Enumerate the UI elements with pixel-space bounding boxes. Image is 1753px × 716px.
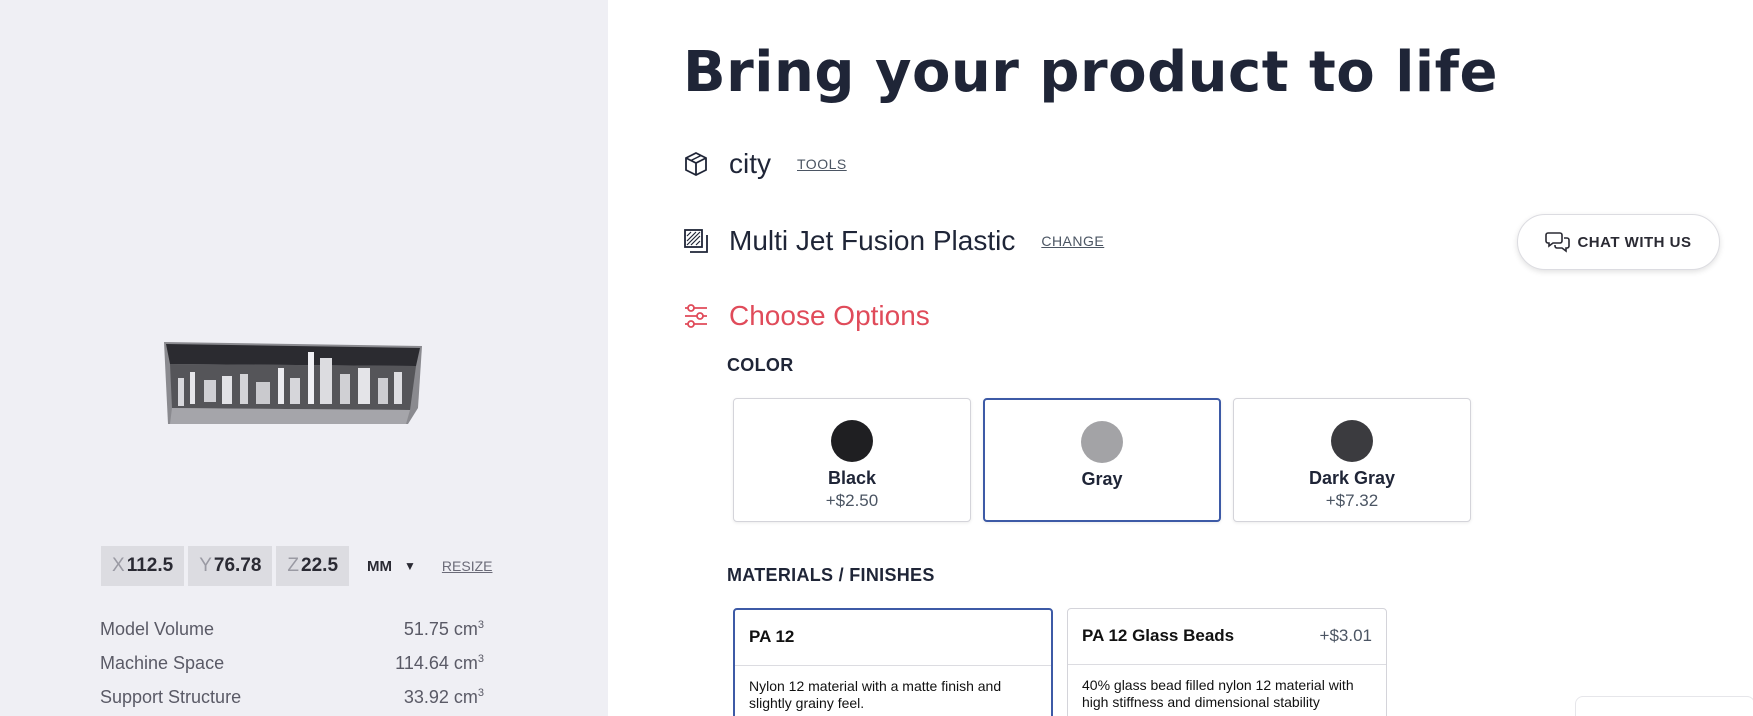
caret-down-icon: ▼ bbox=[404, 559, 416, 573]
options-header: Choose Options bbox=[683, 300, 930, 332]
swatch-dark-gray bbox=[1331, 420, 1373, 462]
material-option-pa12-glass-beads[interactable]: PA 12 Glass Beads +$3.01 40% glass bead … bbox=[1067, 608, 1387, 716]
model-preview-image[interactable] bbox=[160, 338, 426, 428]
stat-row: Support Structure 33.92 cm3 bbox=[100, 680, 484, 714]
chat-bubbles-icon bbox=[1545, 232, 1571, 253]
unit-select[interactable]: MM ▼ bbox=[367, 558, 416, 575]
dimension-x-value: 112.5 bbox=[126, 555, 174, 576]
dimensions-bar: X 112.5 Y 76.78 Z 22.5 MM ▼ RESIZE bbox=[101, 546, 492, 586]
file-name: city bbox=[729, 148, 771, 179]
color-price: +$2.50 bbox=[825, 491, 879, 510]
dimension-y-field[interactable]: Y 76.78 bbox=[188, 546, 273, 586]
material-row: Multi Jet Fusion Plastic CHANGE bbox=[683, 225, 1104, 257]
change-material-link[interactable]: CHANGE bbox=[1041, 233, 1104, 249]
stat-label: Support Structure bbox=[100, 686, 242, 707]
material-name: Multi Jet Fusion Plastic bbox=[729, 225, 1016, 256]
resize-link[interactable]: RESIZE bbox=[442, 558, 493, 574]
dimension-y-value: 76.78 bbox=[213, 555, 262, 576]
stat-label: Machine Space bbox=[100, 652, 225, 673]
page-title: Bring your product to life bbox=[683, 40, 1498, 105]
corner-widget[interactable] bbox=[1575, 696, 1753, 716]
material-texture-icon bbox=[684, 229, 708, 253]
dimension-z-field[interactable]: Z 22.5 bbox=[276, 546, 350, 586]
material-option-name: PA 12 Glass Beads bbox=[1082, 626, 1235, 645]
material-card-header: PA 12 bbox=[735, 610, 1051, 666]
stat-label: Model Volume bbox=[100, 618, 215, 639]
chat-with-us-button[interactable]: CHAT WITH US bbox=[1517, 214, 1720, 270]
stat-row: Machine Space 114.64 cm3 bbox=[100, 646, 484, 680]
stat-value: 51.75 cm3 bbox=[403, 618, 484, 639]
color-option-dark-gray[interactable]: Dark Gray +$7.32 bbox=[1233, 398, 1471, 522]
color-price: +$7.32 bbox=[1325, 491, 1379, 510]
stat-row: Model Volume 51.75 cm3 bbox=[100, 612, 484, 646]
material-option-name: PA 12 bbox=[749, 627, 795, 646]
material-option-pa12[interactable]: PA 12 Nylon 12 material with a matte fin… bbox=[733, 608, 1053, 716]
sliders-icon bbox=[685, 304, 707, 328]
swatch-black bbox=[831, 420, 873, 462]
file-row: city TOOLS bbox=[683, 148, 847, 180]
color-name: Gray bbox=[1081, 469, 1123, 489]
dimension-x-field[interactable]: X 112.5 bbox=[101, 546, 185, 586]
model-viewer-panel[interactable]: X 112.5 Y 76.78 Z 22.5 MM ▼ RESIZE Model… bbox=[0, 0, 608, 716]
color-name: Black bbox=[827, 468, 877, 488]
swatch-gray bbox=[1081, 421, 1123, 463]
chat-button-label: CHAT WITH US bbox=[1577, 233, 1692, 251]
model-stats: Model Volume 51.75 cm3 Machine Space 114… bbox=[100, 612, 484, 714]
cube-icon bbox=[685, 151, 707, 177]
material-card-header: PA 12 Glass Beads +$3.01 bbox=[1068, 609, 1386, 665]
dimension-x-label: X bbox=[112, 555, 125, 576]
dimension-z-value: 22.5 bbox=[301, 555, 339, 576]
dimension-z-label: Z bbox=[287, 555, 300, 576]
tools-link[interactable]: TOOLS bbox=[797, 156, 847, 172]
stat-value: 33.92 cm3 bbox=[403, 686, 484, 707]
material-option-price: +$3.01 bbox=[1319, 626, 1372, 645]
material-option-description: Nylon 12 material with a matte finish an… bbox=[749, 678, 1002, 711]
dimension-y-label: Y bbox=[199, 555, 212, 576]
color-name: Dark Gray bbox=[1308, 468, 1396, 488]
unit-select-value: MM bbox=[367, 557, 393, 575]
stat-value: 114.64 cm3 bbox=[395, 652, 484, 673]
material-option-description: 40% glass bead filled nylon 12 material … bbox=[1082, 677, 1354, 710]
color-option-gray[interactable]: Gray bbox=[983, 398, 1221, 522]
color-section-label: COLOR bbox=[727, 355, 794, 375]
color-option-black[interactable]: Black +$2.50 bbox=[733, 398, 971, 522]
materials-section-label: MATERIALS / FINISHES bbox=[727, 565, 935, 585]
options-title: Choose Options bbox=[729, 300, 930, 331]
